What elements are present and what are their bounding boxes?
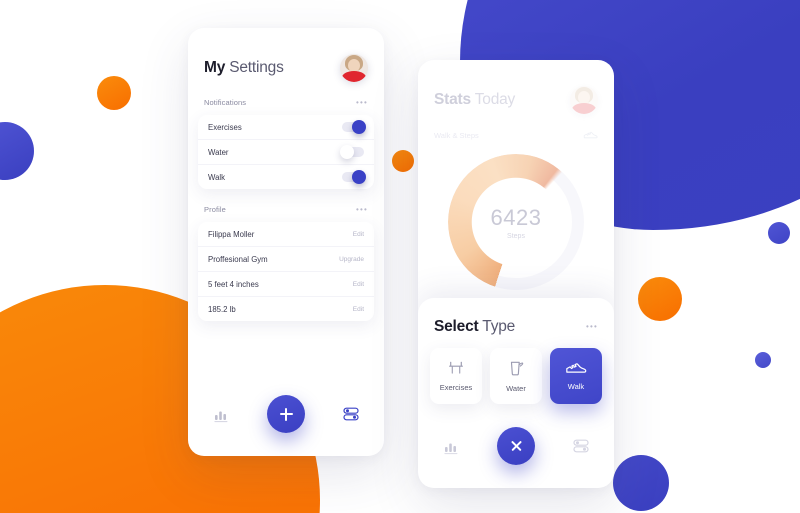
table-row[interactable]: Proffesional Gym Upgrade	[198, 246, 374, 271]
profile-action[interactable]: Edit	[353, 281, 364, 288]
avatar[interactable]	[570, 86, 598, 114]
steps-donut-chart: 6423 Steps	[448, 154, 584, 290]
toggle-exercises[interactable]	[342, 120, 366, 134]
type-card-walk[interactable]: Walk	[550, 348, 602, 404]
steps-value: 6423	[490, 204, 542, 230]
settings-bottom-nav	[188, 372, 384, 456]
decor-blue-circle-4	[613, 455, 669, 511]
profile-action[interactable]: Edit	[353, 306, 364, 313]
profile-section-header: Profile •••	[188, 205, 384, 214]
stats-page-title: Stats Today	[434, 91, 515, 109]
profile-action[interactable]: Upgrade	[339, 256, 364, 263]
settings-phone-screen: My Settings Notifications ••• Exercises …	[188, 28, 384, 456]
notifications-section-label: Notifications	[204, 98, 247, 107]
table-row[interactable]: 185.2 lb Edit	[198, 296, 374, 321]
toggle-knob	[352, 120, 366, 134]
type-card-label: Water	[506, 383, 526, 393]
notifications-card: Exercises Water Walk	[198, 115, 374, 189]
decor-orange-circle-2	[638, 277, 682, 321]
table-row[interactable]: 5 feet 4 inches Edit	[198, 271, 374, 296]
page-title-strong: My	[204, 59, 226, 76]
stats-title-strong: Stats	[434, 91, 471, 108]
profile-value: 185.2 lb	[208, 304, 236, 314]
type-card-water[interactable]: Water	[490, 348, 542, 404]
notification-label: Exercises	[208, 122, 242, 132]
decor-orange-circle-1	[97, 76, 131, 110]
toggle-water[interactable]	[340, 145, 364, 159]
select-type-more-icon[interactable]: •••	[586, 323, 598, 331]
select-type-title-strong: Select	[434, 318, 479, 335]
list-item[interactable]: Walk	[198, 164, 374, 189]
notifications-section-header: Notifications •••	[188, 98, 384, 107]
page-title-light: Settings	[229, 59, 284, 76]
decor-blue-circle-1	[0, 122, 34, 180]
notification-label: Water	[208, 147, 229, 157]
type-card-label: Exercises	[439, 383, 473, 392]
stats-header: Stats Today	[418, 60, 614, 114]
shoe-icon	[583, 130, 598, 140]
avatar-body	[572, 103, 596, 114]
plus-icon-vertical	[285, 407, 287, 421]
profile-action[interactable]: Edit	[353, 231, 364, 238]
page-title: My Settings	[204, 59, 284, 77]
toggles-icon[interactable]	[570, 435, 592, 457]
profile-value: Proffesional Gym	[208, 254, 268, 264]
stats-title-light: Today	[474, 91, 516, 108]
dumbbell-icon	[447, 360, 465, 376]
profile-value: Filippa Moller	[208, 229, 255, 239]
bar-chart-icon[interactable]	[440, 435, 462, 457]
type-card-label: Walk	[567, 382, 585, 391]
decor-blue-circle-3	[755, 352, 771, 368]
list-item[interactable]: Water	[198, 139, 374, 164]
toggle-knob	[340, 145, 354, 159]
select-type-header: Select Type •••	[418, 298, 614, 336]
profile-more-icon[interactable]: •••	[356, 205, 368, 214]
select-type-title: Select Type	[434, 318, 515, 336]
walk-steps-label: Walk & Steps	[434, 130, 479, 140]
close-button[interactable]	[497, 427, 535, 465]
steps-caption: Steps	[507, 232, 525, 240]
walk-steps-subheader: Walk & Steps	[418, 130, 614, 140]
list-item[interactable]: Exercises	[198, 115, 374, 139]
table-row[interactable]: Filippa Moller Edit	[198, 222, 374, 246]
notification-label: Walk	[208, 172, 226, 182]
select-type-title-light: Type	[482, 318, 516, 335]
stats-phone-screen: Stats Today Walk & Steps 6423 Steps Sele…	[418, 60, 614, 488]
decor-orange-circle-3	[392, 150, 414, 172]
type-card-list: Exercises Water Walk	[418, 336, 614, 404]
avatar[interactable]	[340, 54, 368, 82]
avatar-body	[342, 71, 366, 82]
type-card-exercises[interactable]: Exercises	[430, 348, 482, 404]
stats-bottom-nav	[418, 404, 614, 488]
toggle-knob	[352, 170, 366, 184]
bar-chart-icon[interactable]	[210, 403, 232, 425]
shoe-icon	[565, 361, 587, 375]
profile-value: 5 feet 4 inches	[208, 279, 259, 289]
decor-blue-circle-2	[768, 222, 790, 244]
notifications-more-icon[interactable]: •••	[356, 98, 368, 107]
select-type-sheet: Select Type ••• Exercises Water Walk	[418, 298, 614, 488]
profile-card: Filippa Moller Edit Proffesional Gym Upg…	[198, 222, 374, 321]
profile-section-label: Profile	[204, 205, 226, 214]
toggles-icon[interactable]	[340, 403, 362, 425]
donut-center-labels: 6423 Steps	[448, 154, 584, 290]
water-glass-icon	[508, 360, 524, 377]
add-button[interactable]	[267, 395, 305, 433]
toggle-walk[interactable]	[342, 170, 366, 184]
decorative-background	[0, 0, 800, 513]
settings-header: My Settings	[188, 28, 384, 82]
